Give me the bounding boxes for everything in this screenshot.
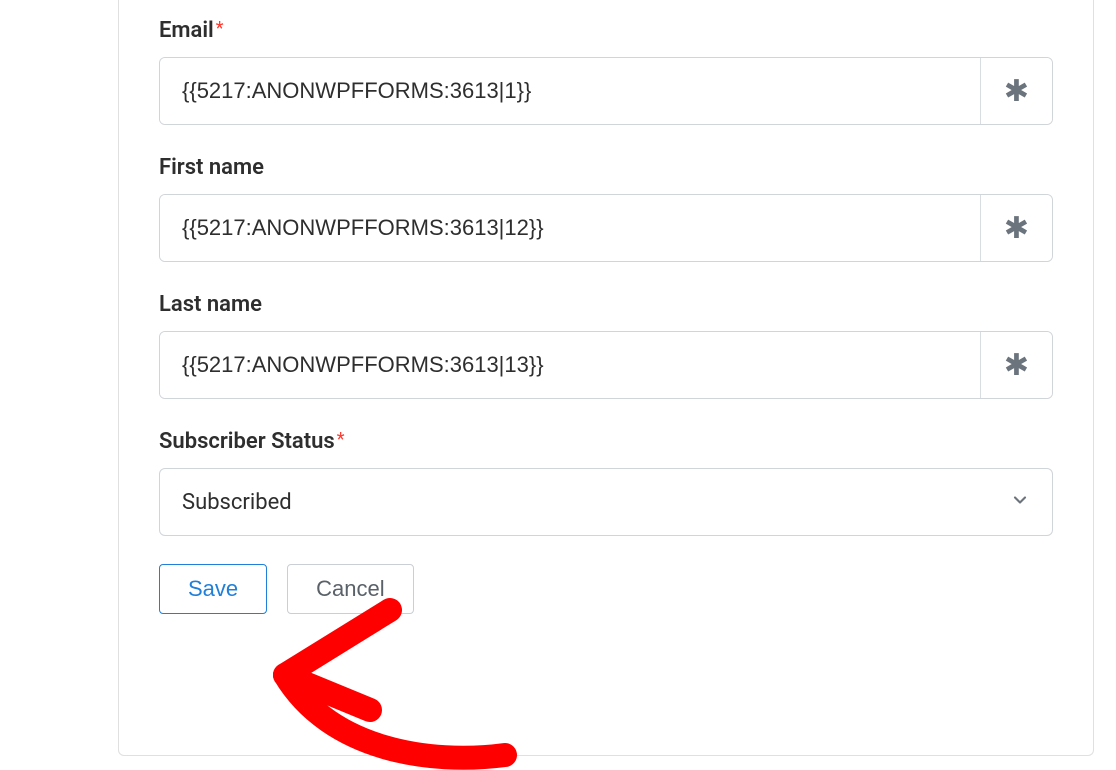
chevron-down-icon (1010, 490, 1030, 514)
first-name-token-button[interactable]: ✱ (980, 195, 1052, 261)
email-group: Email* ✱ (159, 0, 1053, 125)
last-name-input[interactable] (160, 332, 980, 398)
save-button[interactable]: Save (159, 564, 267, 614)
form-panel: Email* ✱ First name ✱ Last name ✱ (118, 0, 1094, 756)
subscriber-status-label: Subscriber Status* (159, 429, 344, 454)
email-label: Email* (159, 18, 224, 43)
last-name-label: Last name (159, 292, 262, 317)
first-name-input[interactable] (160, 195, 980, 261)
first-name-group: First name ✱ (159, 125, 1053, 262)
button-row: Save Cancel (159, 564, 1053, 614)
asterisk-icon: ✱ (1004, 211, 1029, 246)
asterisk-icon: ✱ (1004, 348, 1029, 383)
last-name-token-button[interactable]: ✱ (980, 332, 1052, 398)
email-token-button[interactable]: ✱ (980, 58, 1052, 124)
last-name-group: Last name ✱ (159, 262, 1053, 399)
required-indicator: * (216, 18, 224, 39)
subscriber-status-group: Subscriber Status* Subscribed (159, 399, 1053, 536)
subscriber-status-value: Subscribed (182, 490, 292, 515)
last-name-input-row: ✱ (159, 331, 1053, 399)
email-input-row: ✱ (159, 57, 1053, 125)
asterisk-icon: ✱ (1004, 74, 1029, 109)
email-input[interactable] (160, 58, 980, 124)
first-name-input-row: ✱ (159, 194, 1053, 262)
email-label-text: Email (159, 18, 214, 43)
cancel-button[interactable]: Cancel (287, 564, 413, 614)
subscriber-status-label-text: Subscriber Status (159, 429, 335, 454)
subscriber-status-select[interactable]: Subscribed (159, 468, 1053, 536)
required-indicator: * (337, 429, 345, 450)
first-name-label: First name (159, 155, 264, 180)
